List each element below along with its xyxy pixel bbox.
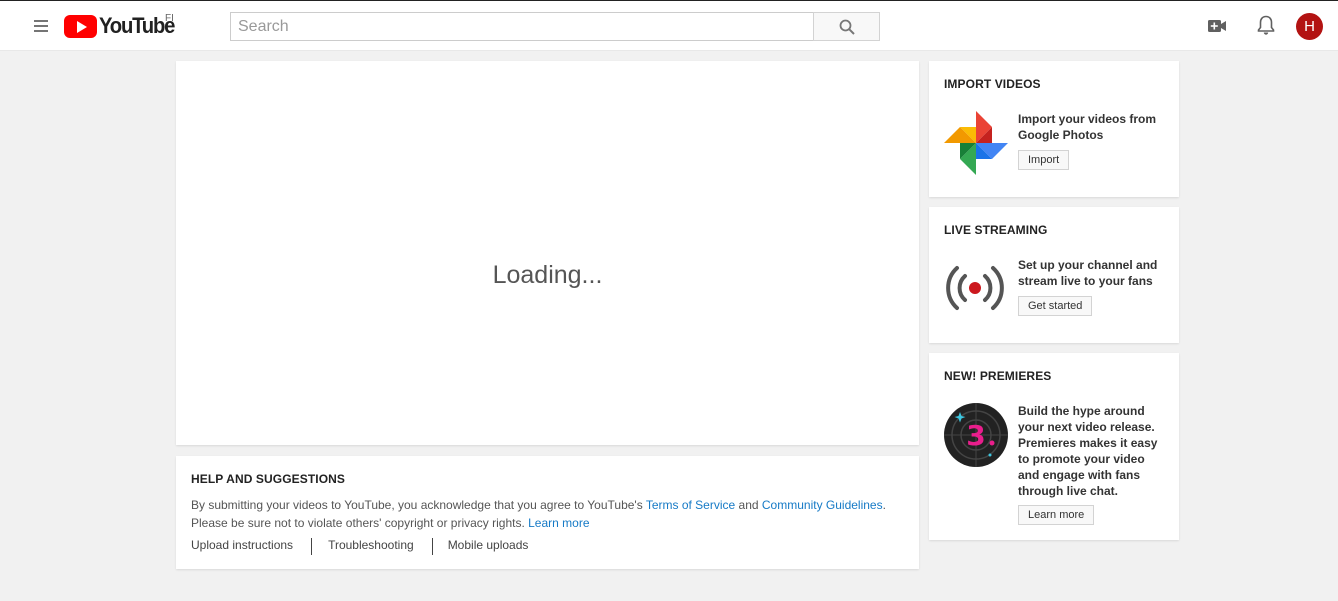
live-streaming-card: LIVE STREAMING Set up your channel and s… [929, 207, 1179, 343]
help-text: By submitting your videos to YouTube, yo… [191, 498, 886, 530]
premieres-title: NEW! PREMIERES [944, 369, 1052, 383]
google-photos-icon [944, 111, 1008, 175]
import-button[interactable]: Import [1018, 150, 1070, 170]
live-title: LIVE STREAMING [944, 223, 1048, 237]
premieres-description: Build the hype around your next video re… [1018, 404, 1158, 498]
live-broadcast-icon [946, 266, 1004, 310]
upload-area: Loading... [176, 61, 919, 445]
account-avatar[interactable]: H [1296, 13, 1323, 40]
youtube-logo[interactable]: YouTube [64, 13, 181, 38]
premieres-number: 3 [966, 419, 985, 452]
search-icon [839, 19, 855, 35]
learn-more-button[interactable]: Learn more [1018, 505, 1095, 525]
search-input[interactable] [230, 12, 814, 41]
help-links: Upload instructions Troubleshooting Mobi… [191, 538, 528, 555]
premieres-countdown-icon: 3 [944, 403, 1008, 467]
terms-of-service-link[interactable]: Terms of Service [646, 498, 735, 512]
youtube-play-icon [64, 14, 97, 38]
create-video-icon[interactable] [1207, 17, 1227, 35]
community-guidelines-link[interactable]: Community Guidelines [762, 498, 883, 512]
help-title: HELP AND SUGGESTIONS [191, 472, 346, 486]
country-code: FI [165, 13, 174, 24]
help-card: HELP AND SUGGESTIONS By submitting your … [176, 456, 919, 569]
logo-text: YouTube [99, 13, 175, 38]
import-videos-card: IMPORT VIDEOS Import your videos from Go… [929, 61, 1179, 197]
mobile-uploads-link[interactable]: Mobile uploads [448, 538, 529, 555]
live-description: Set up your channel and stream live to y… [1018, 258, 1158, 288]
search-button[interactable] [813, 12, 880, 41]
divider [431, 538, 433, 555]
loading-text: Loading... [492, 261, 603, 289]
import-description: Import your videos from Google Photos [1018, 112, 1157, 142]
notifications-bell-icon[interactable] [1257, 15, 1275, 36]
get-started-button[interactable]: Get started [1018, 296, 1093, 316]
troubleshooting-link[interactable]: Troubleshooting [328, 538, 414, 555]
import-title: IMPORT VIDEOS [944, 77, 1041, 91]
divider [311, 538, 313, 555]
upload-instructions-link[interactable]: Upload instructions [191, 538, 293, 555]
guide-menu-icon[interactable] [34, 20, 48, 32]
premieres-card: NEW! PREMIERES 3 Build the hype around y… [929, 353, 1179, 540]
masthead: YouTube FI H [0, 0, 1338, 51]
learn-more-link[interactable]: Learn more [528, 516, 589, 530]
